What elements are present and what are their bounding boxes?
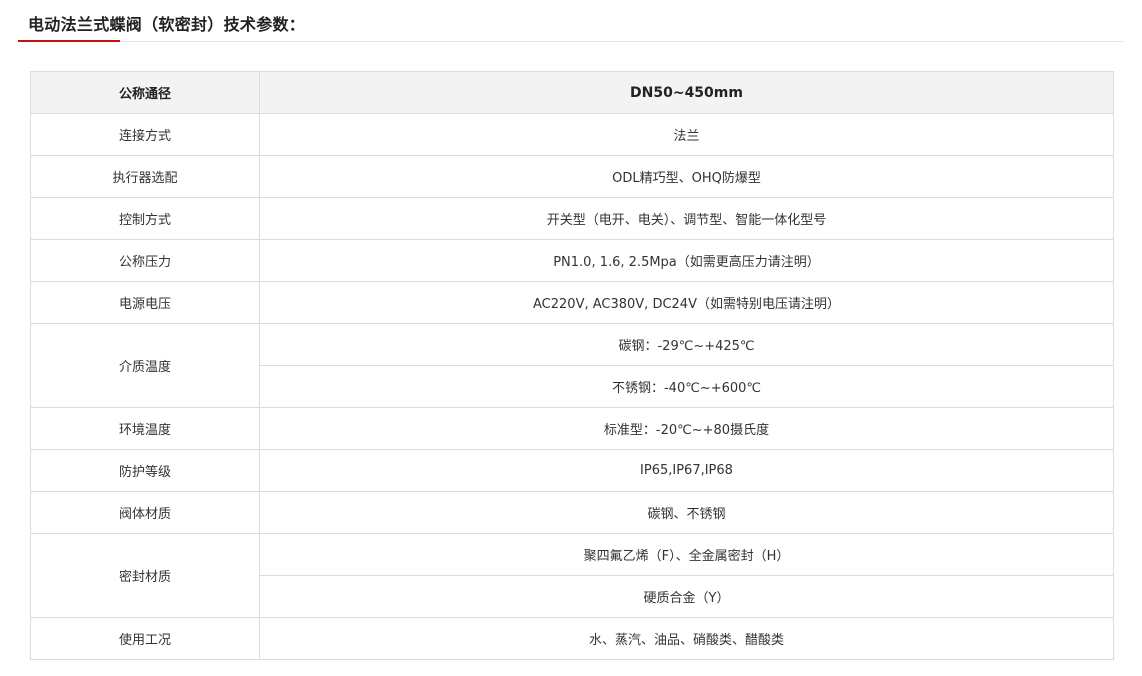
table-row: 密封材质 聚四氟乙烯（F）、全金属密封（H） xyxy=(30,533,1114,618)
spec-table: 公称通径 DN50~450mm 连接方式 法兰 执行器选配 ODL精巧型、OHQ防爆型… xyxy=(30,71,1114,660)
param-label-cell: 密封材质 xyxy=(30,533,260,618)
param-label-cell: 阀体材质 xyxy=(30,491,260,534)
table-row: 环境温度 标准型：-20℃~+80摄氏度 xyxy=(30,407,1114,450)
param-label-cell: 电源电压 xyxy=(30,281,260,324)
table-row: 执行器选配 ODL精巧型、OHQ防爆型 xyxy=(30,155,1114,198)
title-accent-underline xyxy=(18,40,120,42)
table-row: 介质温度 碳钢：-29℃~+425℃ xyxy=(30,323,1114,408)
table-row: 控制方式 开关型（电开、电关）、调节型、智能一体化型号 xyxy=(30,197,1114,240)
table-row: 阀体材质 碳钢、不锈钢 xyxy=(30,491,1114,534)
param-label-cell: 公称压力 xyxy=(30,239,260,282)
param-label-cell: 使用工况 xyxy=(30,617,260,660)
param-value-cell: 不锈钢：-40℃~+600℃ xyxy=(259,365,1114,408)
table-row: 电源电压 AC220V, AC380V, DC24V（如需特别电压请注明） xyxy=(30,281,1114,324)
param-label-cell: 执行器选配 xyxy=(30,155,260,198)
param-value-cell: PN1.0, 1.6, 2.5Mpa（如需更高压力请注明） xyxy=(259,239,1114,282)
param-label-cell: 防护等级 xyxy=(30,449,260,492)
section-header: 电动法兰式蝶阀（软密封）技术参数： xyxy=(18,0,1124,42)
param-label-cell: 介质温度 xyxy=(30,323,260,408)
param-value-cell: 标准型：-20℃~+80摄氏度 xyxy=(259,407,1114,450)
param-value-cell: 聚四氟乙烯（F）、全金属密封（H） xyxy=(259,533,1114,576)
param-value-cell: 硬质合金（Y） xyxy=(259,575,1114,618)
header-label-cell: 公称通径 xyxy=(30,71,260,114)
table-row: 防护等级 IP65,IP67,IP68 xyxy=(30,449,1114,492)
param-label-cell: 环境温度 xyxy=(30,407,260,450)
param-value-cell: 法兰 xyxy=(259,113,1114,156)
param-label-cell: 连接方式 xyxy=(30,113,260,156)
table-header-row: 公称通径 DN50~450mm xyxy=(30,71,1114,114)
param-value-cell: 水、蒸汽、油品、硝酸类、醋酸类 xyxy=(259,617,1114,660)
section-title: 电动法兰式蝶阀（软密封）技术参数： xyxy=(28,15,306,34)
param-value-cell: AC220V, AC380V, DC24V（如需特别电压请注明） xyxy=(259,281,1114,324)
param-value-cell: ODL精巧型、OHQ防爆型 xyxy=(259,155,1114,198)
param-value-cell: 碳钢：-29℃~+425℃ xyxy=(259,323,1114,366)
param-value-cell: 开关型（电开、电关）、调节型、智能一体化型号 xyxy=(259,197,1114,240)
table-row: 连接方式 法兰 xyxy=(30,113,1114,156)
param-label-cell: 控制方式 xyxy=(30,197,260,240)
table-row: 使用工况 水、蒸汽、油品、硝酸类、醋酸类 xyxy=(30,617,1114,660)
header-value-cell: DN50~450mm xyxy=(259,71,1114,114)
table-row: 公称压力 PN1.0, 1.6, 2.5Mpa（如需更高压力请注明） xyxy=(30,239,1114,282)
param-value-cell: IP65,IP67,IP68 xyxy=(259,449,1114,492)
param-value-cell: 碳钢、不锈钢 xyxy=(259,491,1114,534)
